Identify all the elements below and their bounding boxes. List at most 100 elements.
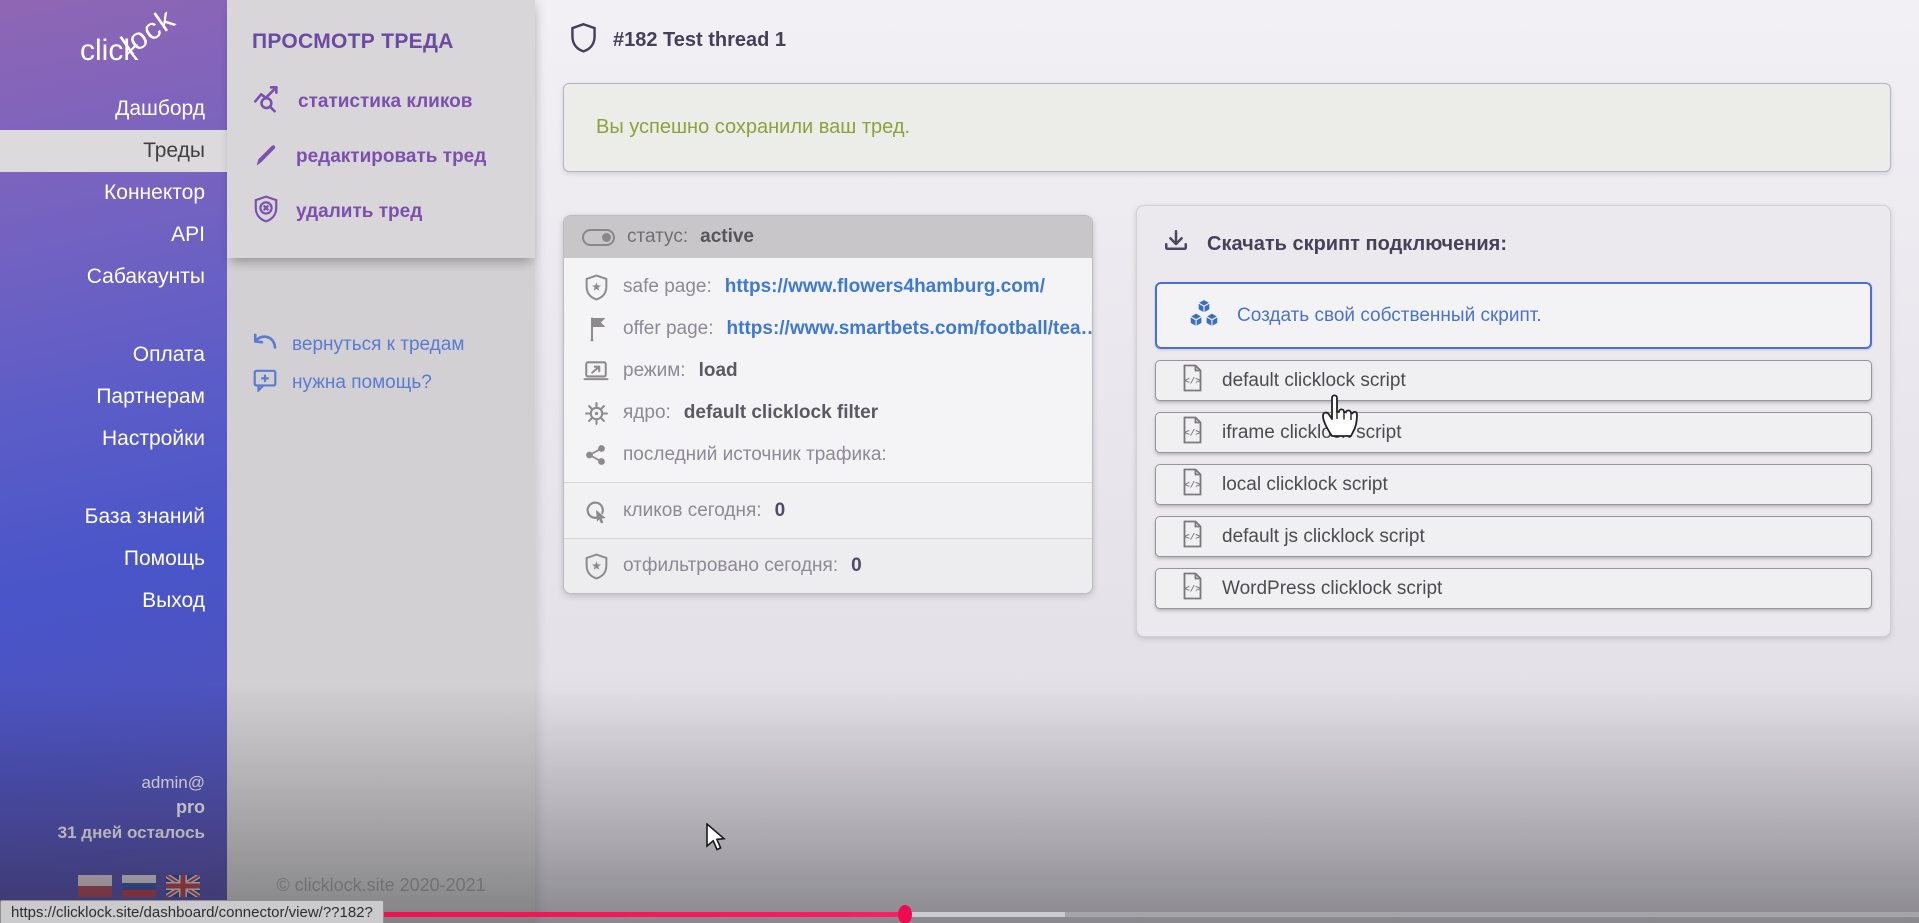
row-label: safe page: [623, 276, 712, 298]
video-scrubber-handle[interactable] [898, 905, 912, 923]
action-delete-thread[interactable]: удалить тред [252, 194, 422, 230]
status-card-header: статус: active [564, 216, 1092, 258]
gear-icon [582, 401, 610, 426]
status-value: active [700, 226, 754, 248]
row-clicks-today: кликов сегодня: 0 [564, 482, 1092, 538]
link-back-to-threads[interactable]: вернуться к тредам [252, 330, 464, 360]
clicklock-logo: clicklock [80, 34, 196, 68]
sidebar-item-subaccounts[interactable]: Сабакаунты [0, 256, 227, 298]
russia-flag-icon[interactable] [122, 875, 156, 897]
svg-text:</>: </> [1184, 428, 1200, 438]
sidebar-item-settings[interactable]: Настройки [0, 418, 227, 460]
script-button-label: iframe clicklock script [1222, 422, 1401, 444]
account-info: admin@ pro 31 дней осталось [58, 770, 205, 845]
code-file-icon: </> [1180, 415, 1204, 451]
status-card-body: safe page: https://www.flowers4hamburg.c… [564, 258, 1092, 482]
row-core: ядро: default clicklock filter [564, 392, 1092, 434]
row-filtered-today: отфильтровано сегодня: 0 [564, 538, 1092, 593]
share-icon [582, 443, 610, 467]
link-label: вернуться к тредам [292, 334, 464, 356]
stats-icon [252, 85, 282, 119]
script-button-label: default js clicklock script [1222, 526, 1425, 548]
row-label: ядро: [623, 402, 671, 424]
script-button-default-js[interactable]: </> default js clicklock script [1155, 516, 1872, 557]
link-need-help[interactable]: нужна помощь? [252, 368, 432, 398]
stat-label: отфильтровано сегодня: [623, 555, 838, 577]
action-click-stats[interactable]: статистика кликов [252, 84, 472, 120]
filtered-today-value: 0 [851, 555, 862, 577]
laptop-arrow-icon [582, 359, 610, 383]
download-panel-title: Скачать скрипт подключения: [1207, 233, 1507, 256]
shield-x-icon [252, 195, 280, 229]
svg-text:</>: </> [1184, 532, 1200, 542]
core-value: default clicklock filter [684, 402, 878, 424]
sidebar-nav: Дашборд Треды Коннектор API Сабакаунты О… [0, 88, 227, 622]
action-label: редактировать тред [296, 146, 486, 168]
link-label: нужна помощь? [292, 372, 432, 394]
shield-star-icon [582, 553, 610, 580]
create-own-script-label: Создать свой собственный скрипт. [1237, 305, 1542, 327]
shield-star-icon [582, 274, 610, 301]
main-content: #182 Test thread 1 Вы успешно сохранили … [535, 0, 1919, 923]
account-plan: pro [58, 795, 205, 820]
toggle-icon [582, 229, 615, 246]
script-button-label: local clicklock script [1222, 474, 1388, 496]
sidebar-item-dashboard[interactable]: Дашборд [0, 88, 227, 130]
thread-panel-title: ПРОСМОТР ТРЕДА [252, 30, 454, 54]
row-label: последний источник трафика: [623, 444, 887, 466]
row-offer-page: offer page: https://www.smartbets.com/fo… [564, 308, 1092, 350]
thread-panel: ПРОСМОТР ТРЕДА статистика кликов редакти… [227, 0, 535, 923]
download-panel-header: Скачать скрипт подключения: [1155, 230, 1872, 258]
status-card: статус: active safe page: https://www.fl… [563, 215, 1093, 594]
script-button-default[interactable]: </> default clicklock script [1155, 360, 1872, 401]
flag-icon [582, 316, 610, 342]
code-file-icon: </> [1180, 519, 1204, 555]
action-label: удалить тред [296, 201, 422, 223]
action-edit-thread[interactable]: редактировать тред [252, 139, 486, 175]
account-days-left: 31 дней осталось [58, 820, 205, 845]
script-button-local[interactable]: </> local clicklock script [1155, 464, 1872, 505]
download-icon [1163, 228, 1189, 260]
row-mode: режим: load [564, 350, 1092, 392]
svg-text:</>: </> [1184, 584, 1200, 594]
sidebar-item-threads[interactable]: Треды [0, 130, 227, 172]
row-label: offer page: [623, 318, 714, 340]
page-header: #182 Test thread 1 [570, 22, 786, 59]
sidebar-item-knowledge-base[interactable]: База знаний [0, 496, 227, 538]
code-file-icon: </> [1180, 363, 1204, 399]
uk-flag-icon[interactable] [166, 875, 200, 897]
script-button-label: WordPress clicklock script [1222, 578, 1442, 600]
script-button-iframe[interactable]: </> iframe clicklock script [1155, 412, 1872, 453]
mode-value: load [699, 360, 738, 382]
sidebar-item-api[interactable]: API [0, 214, 227, 256]
help-message-icon [252, 368, 278, 398]
account-email: admin@ [58, 770, 205, 795]
sidebar-item-help[interactable]: Помощь [0, 538, 227, 580]
create-own-script-button[interactable]: Создать свой собственный скрипт. [1155, 282, 1872, 349]
sidebar-item-partners[interactable]: Партнерам [0, 376, 227, 418]
undo-icon [252, 331, 278, 359]
success-alert: Вы успешно сохранили ваш тред. [563, 83, 1891, 172]
sidebar-item-payment[interactable]: Оплата [0, 334, 227, 376]
language-switcher [78, 875, 200, 897]
safe-page-link[interactable]: https://www.flowers4hamburg.com/ [725, 276, 1045, 298]
copyright: © clicklock.site 2020-2021 [227, 875, 535, 896]
row-label: режим: [623, 360, 686, 382]
download-scripts-panel: Скачать скрипт подключения: С [1136, 205, 1891, 637]
poland-flag-icon[interactable] [78, 875, 112, 897]
shield-icon [570, 22, 597, 59]
action-label: статистика кликов [298, 91, 472, 113]
svg-text:</>: </> [1184, 376, 1200, 386]
row-safe-page: safe page: https://www.flowers4hamburg.c… [564, 266, 1092, 308]
script-button-wordpress[interactable]: </> WordPress clicklock script [1155, 568, 1872, 609]
sidebar: clicklock Дашборд Треды Коннектор API Са… [0, 0, 227, 923]
pencil-icon [252, 140, 280, 174]
success-alert-text: Вы успешно сохранили ваш тред. [596, 116, 910, 139]
offer-page-link[interactable]: https://www.smartbets.com/football/tea… [727, 318, 1093, 340]
script-button-label: default clicklock script [1222, 370, 1406, 392]
browser-status-url: https://clicklock.site/dashboard/connect… [0, 900, 384, 923]
sidebar-item-connector[interactable]: Коннектор [0, 172, 227, 214]
stat-label: кликов сегодня: [623, 500, 762, 522]
code-file-icon: </> [1180, 571, 1204, 607]
sidebar-item-logout[interactable]: Выход [0, 580, 227, 622]
